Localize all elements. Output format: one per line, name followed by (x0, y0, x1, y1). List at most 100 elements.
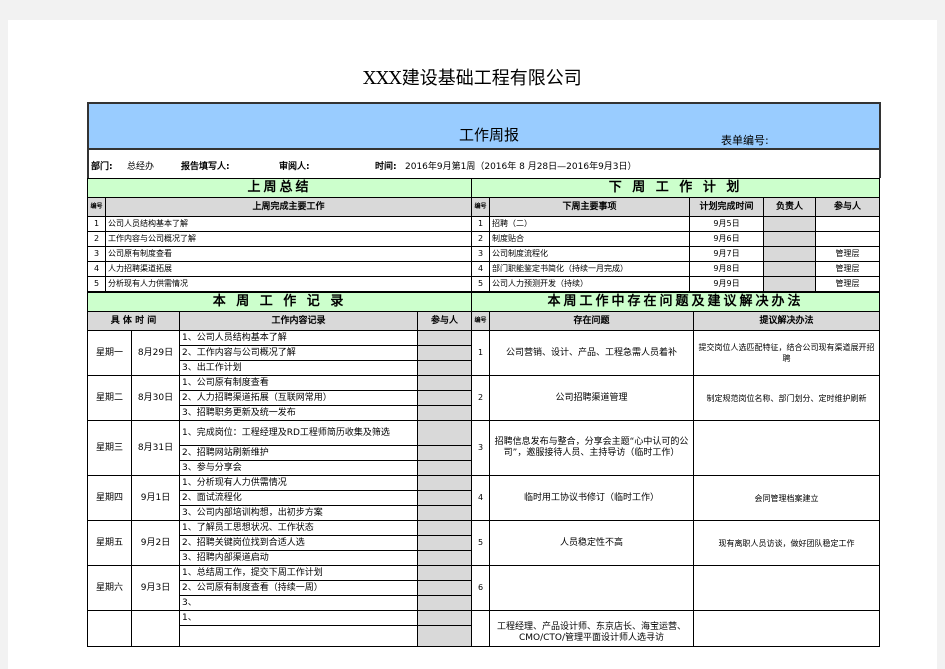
cell (416, 345, 473, 361)
table-row: 星期六 9月3日 1、总结周工作，提交下周工作计划 6 (87, 565, 881, 611)
col-plan-date: 计划完成时间 (689, 197, 765, 217)
filler-label: 报告填写人: (181, 162, 230, 172)
cell: 2、面试流程化 (179, 490, 418, 506)
cell: 1、完成岗位：工程经理及RD工程师简历收集及筛选 (179, 420, 418, 446)
cell (416, 405, 473, 421)
cell (471, 610, 491, 647)
cell: 管理层 (815, 276, 881, 292)
cell: 9月6日 (689, 231, 765, 247)
cell (416, 490, 473, 506)
cell (763, 276, 817, 292)
cell (763, 261, 817, 277)
title-banner: 工作周报 表单编号: (87, 102, 881, 150)
cell: 1、公司原有制度查看 (179, 375, 418, 391)
cell (489, 565, 695, 611)
table-row: 5 分析现有人力供需情况 5 公司人力预测开发（持续） 9月9日 管理层 (87, 276, 881, 292)
dept-value: 总经办 (127, 162, 155, 172)
date-cell: 8月29日 (131, 330, 180, 376)
col-no: 编号 (471, 311, 491, 331)
table-row: 3 公司原有制度查看 3 公司制度流程化 9月7日 管理层 (87, 246, 881, 262)
table-row: 4 人力招聘渠道拓展 4 部门职能鉴定书简化（持续一月完成） 9月8日 管理层 (87, 261, 881, 277)
weekly-report-form: 工作周报 表单编号: 部门: 总经办 报告填写人: 审阅人: 时间: 2016年9月第1周… (86, 102, 881, 647)
cell: 人员稳定性不高 (489, 520, 695, 566)
summary-plan-table: 上周总结 下 周 工 作 计 划 编号 上周完成主要工作 编号 下周主要事项 计… (86, 178, 881, 292)
cell (416, 390, 473, 406)
form-number-label: 表单编号: (721, 134, 769, 147)
cell: 3、出工作计划 (179, 360, 418, 376)
day-cell (87, 610, 132, 647)
cell: 1、公司人员结构基本了解 (179, 330, 418, 346)
day-cell: 星期五 (87, 520, 132, 566)
cell: 5 (471, 520, 491, 566)
cell: 人力招聘渠道拓展 (104, 261, 473, 277)
cell: 1 (471, 216, 491, 232)
cell (416, 550, 473, 566)
cell: 3 (87, 246, 106, 262)
col-solution: 提议解决办法 (693, 311, 881, 331)
cell: 工作内容与公司概况了解 (104, 231, 473, 247)
cell: 4 (471, 261, 491, 277)
table-row: 星期三 8月31日 1、完成岗位：工程经理及RD工程师简历收集及筛选 3 招聘信… (87, 420, 881, 476)
next-week-title: 下 周 工 作 计 划 (471, 178, 881, 198)
day-cell: 星期三 (87, 420, 132, 476)
cell: 4 (471, 475, 491, 521)
cell: 3、参与分享会 (179, 460, 418, 476)
cell: 2、招聘关键岗位找到合适人选 (179, 535, 418, 551)
cell (815, 216, 881, 232)
table-row: 星期一 8月29日 1、公司人员结构基本了解 1 公司营销、设计、产品、工程急需… (87, 330, 881, 376)
cell: 临时用工协议书修订（临时工作） (489, 475, 695, 521)
table-row: 1、 工程经理、产品设计师、东京店长、海宝运营、CMO/CTO/管理平面设计师人… (87, 610, 881, 647)
cell: 2、工作内容与公司概况了解 (179, 345, 418, 361)
cell: 招聘信息发布与整合，分享会主题“心中认可的公司”，邀服接待人员、主持导访（临时工… (489, 420, 695, 476)
col-owner: 负责人 (763, 197, 817, 217)
col-participant: 参与人 (815, 197, 881, 217)
cell: 招聘（二） (489, 216, 691, 232)
cell: 1、了解员工思想状况、工作状态 (179, 520, 418, 536)
date-cell (131, 610, 180, 647)
cell: 5 (471, 276, 491, 292)
cell (763, 246, 817, 262)
col-content: 工作内容记录 (179, 311, 418, 331)
cell: 2、招聘网站刷新维护 (179, 445, 418, 461)
date-cell: 9月1日 (131, 475, 180, 521)
cell: 2、公司原有制度查看（持续一周） (179, 580, 418, 596)
cell: 公司招聘渠道管理 (489, 375, 695, 421)
cell: 9月5日 (689, 216, 765, 232)
cell (693, 610, 881, 647)
cell: 提交岗位人选匹配特征，结合公司现有渠道展开招聘 (693, 330, 881, 376)
col-last-work: 上周完成主要工作 (104, 197, 473, 217)
time-label: 时间: (375, 162, 397, 172)
company-name: XXX建设基础工程有限公司 (363, 68, 582, 89)
cell: 3、招聘内部渠道启动 (179, 550, 418, 566)
cell: 9月7日 (689, 246, 765, 262)
cell (416, 505, 473, 521)
cell: 现有离职人员访谈，做好团队稳定工作 (693, 520, 881, 566)
cell: 1、 (179, 610, 418, 626)
cell: 1、总结周工作，提交下周工作计划 (179, 565, 418, 581)
cell (416, 520, 473, 536)
cell: 公司制度流程化 (489, 246, 691, 262)
cell: 部门职能鉴定书简化（持续一月完成） (489, 261, 691, 277)
day-cell: 星期一 (87, 330, 132, 376)
cell (179, 625, 418, 647)
cell: 6 (471, 565, 491, 611)
table-row: 1 公司人员结构基本了解 1 招聘（二） 9月5日 (87, 216, 881, 232)
spreadsheet-page: XXX建设基础工程有限公司 工作周报 表单编号: 部门: 总经办 报告填写人: 审阅人… (8, 20, 937, 669)
cell: 9月9日 (689, 276, 765, 292)
cell: 工程经理、产品设计师、东京店长、海宝运营、CMO/CTO/管理平面设计师人选寻访 (489, 610, 695, 647)
cell: 2 (87, 231, 106, 247)
table-row: 星期二 8月30日 1、公司原有制度查看 2 公司招聘渠道管理 制定规范岗位名称… (87, 375, 881, 421)
cell: 5 (87, 276, 106, 292)
cell: 1 (471, 330, 491, 376)
cell (763, 231, 817, 247)
cell (693, 565, 881, 611)
cell: 公司原有制度查看 (104, 246, 473, 262)
date-cell: 9月3日 (131, 565, 180, 611)
table-row: 星期四 9月1日 1、分析现有人力供需情况 4 临时用工协议书修订（临时工作） … (87, 475, 881, 521)
col-no: 编号 (471, 197, 491, 217)
cell: 公司人力预测开发（持续） (489, 276, 691, 292)
cell: 公司人员结构基本了解 (104, 216, 473, 232)
cell: 4 (87, 261, 106, 277)
record-issue-table: 本 周 工 作 记 录 本周工作中存在问题及建议解决办法 具 体 时 间 工作内… (86, 292, 881, 647)
report-title: 工作周报 (459, 126, 520, 144)
